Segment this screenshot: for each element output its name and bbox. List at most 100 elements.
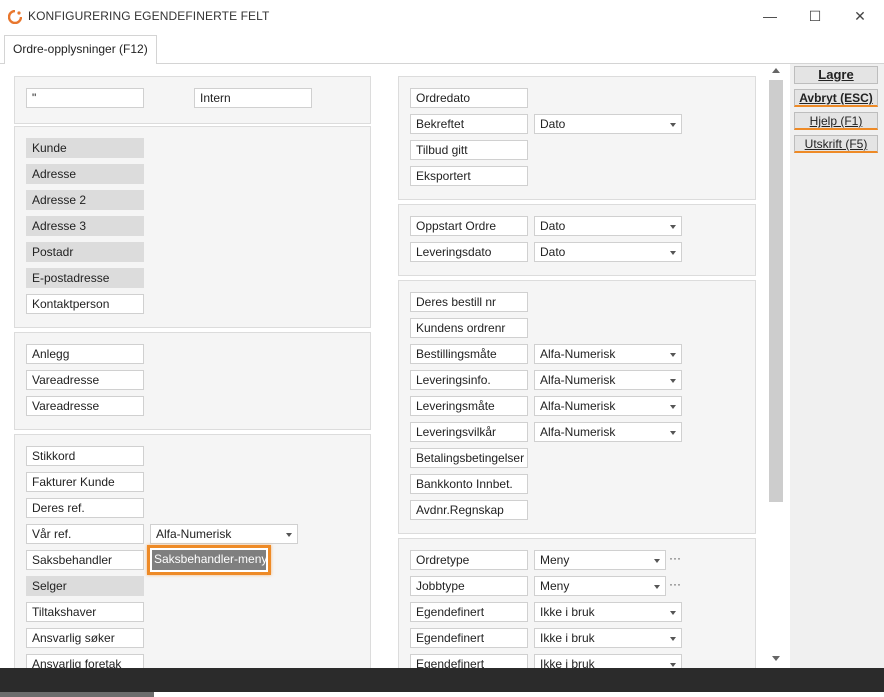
saksbehandler-menu-button[interactable]: Saksbehandler-meny <box>147 545 271 575</box>
field-selger[interactable]: Selger <box>26 576 144 596</box>
field-vareadresse-2[interactable]: Vareadresse <box>26 396 144 416</box>
save-button[interactable]: Lagre <box>794 66 878 84</box>
chevron-down-icon <box>670 379 676 383</box>
chevron-down-icon <box>670 637 676 641</box>
field-postadr[interactable]: Postadr <box>26 242 144 262</box>
field-ordretype[interactable]: Ordretype <box>410 550 528 570</box>
field-avdnr-regnskap[interactable]: Avdnr.Regnskap <box>410 500 528 520</box>
print-button[interactable]: Utskrift (F5) <box>794 135 878 153</box>
field-adresse[interactable]: Adresse <box>26 164 144 184</box>
status-segment <box>0 692 154 697</box>
field-adresse-2[interactable]: Adresse 2 <box>26 190 144 210</box>
select-leveringsinfo-type[interactable]: Alfa-Numerisk <box>534 370 682 390</box>
select-value: Dato <box>540 245 566 259</box>
field-leveringsmate[interactable]: Leveringsmåte <box>410 396 528 416</box>
select-ordretype-type[interactable]: Meny <box>534 550 666 570</box>
select-egendefinert-1-type[interactable]: Ikke i bruk <box>534 602 682 622</box>
chevron-down-icon <box>286 533 292 537</box>
chevron-down-icon <box>670 663 676 667</box>
field-tiltakshaver[interactable]: Tiltakshaver <box>26 602 144 622</box>
field-leveringsdato[interactable]: Leveringsdato <box>410 242 528 262</box>
status-segment <box>154 692 884 697</box>
field-fakturer-kunde[interactable]: Fakturer Kunde <box>26 472 144 492</box>
field-jobbtype[interactable]: Jobbtype <box>410 576 528 596</box>
field-kontaktperson[interactable]: Kontaktperson <box>26 294 144 314</box>
field-tilbud-gitt[interactable]: Tilbud gitt <box>410 140 528 160</box>
tab-ordre-opplysninger[interactable]: Ordre-opplysninger (F12) <box>4 35 157 65</box>
field-egendefinert-2[interactable]: Egendefinert <box>410 628 528 648</box>
field-adresse-3[interactable]: Adresse 3 <box>26 216 144 236</box>
select-egendefinert-3-type[interactable]: Ikke i bruk <box>534 654 682 668</box>
chevron-down-icon <box>654 585 660 589</box>
select-value: Alfa-Numerisk <box>540 347 616 361</box>
config-content: " Intern Kunde Adresse Adresse 2 Adresse… <box>0 64 884 668</box>
select-jobbtype-type[interactable]: Meny <box>534 576 666 596</box>
select-leveringsmate-type[interactable]: Alfa-Numerisk <box>534 396 682 416</box>
chevron-down-icon <box>670 225 676 229</box>
field-ordredato[interactable]: Ordredato <box>410 88 528 108</box>
select-value: Alfa-Numerisk <box>540 373 616 387</box>
scrollbar-thumb[interactable] <box>769 80 783 502</box>
select-value: Meny <box>540 553 570 567</box>
field-ansvarlig-soker[interactable]: Ansvarlig søker <box>26 628 144 648</box>
saksbehandler-menu-label: Saksbehandler-meny <box>152 550 267 570</box>
field-kundens-ordrenr[interactable]: Kundens ordrenr <box>410 318 528 338</box>
field-bestillingsmate[interactable]: Bestillingsmåte <box>410 344 528 364</box>
chevron-down-icon <box>670 251 676 255</box>
chevron-down-icon <box>654 559 660 563</box>
field-var-ref[interactable]: Vår ref. <box>26 524 144 544</box>
field-leveringsvilkar[interactable]: Leveringsvilkår <box>410 422 528 442</box>
select-value: Meny <box>540 579 570 593</box>
field-e-postadresse[interactable]: E-postadresse <box>26 268 144 288</box>
chevron-down-icon <box>670 353 676 357</box>
field-kunde[interactable]: Kunde <box>26 138 144 158</box>
window-title: KONFIGURERING EGENDEFINERTE FELT <box>28 9 270 23</box>
select-value: Alfa-Numerisk <box>540 425 616 439</box>
cancel-button[interactable]: Avbryt (ESC) <box>794 89 878 107</box>
maximize-button[interactable]: ☐ <box>800 6 830 26</box>
select-bekreftet-type[interactable]: Dato <box>534 114 682 134</box>
field-betalingsbetingelser[interactable]: Betalingsbetingelser <box>410 448 528 468</box>
close-button[interactable]: ✕ <box>845 6 875 26</box>
vertical-scrollbar[interactable] <box>768 64 784 668</box>
minimize-button[interactable]: — <box>755 6 785 26</box>
jobbtype-more-button[interactable]: ··· <box>667 576 683 596</box>
select-value: Alfa-Numerisk <box>540 399 616 413</box>
field-egendefinert-3[interactable]: Egendefinert <box>410 654 528 668</box>
select-value: Ikke i bruk <box>540 631 595 645</box>
help-button[interactable]: Hjelp (F1) <box>794 112 878 130</box>
status-bar <box>0 668 884 697</box>
field-egendefinert-1[interactable]: Egendefinert <box>410 602 528 622</box>
field-ansvarlig-foretak[interactable]: Ansvarlig foretak <box>26 654 144 668</box>
chevron-down-icon <box>670 405 676 409</box>
field-deres-bestill-nr[interactable]: Deres bestill nr <box>410 292 528 312</box>
field-eksportert[interactable]: Eksportert <box>410 166 528 186</box>
field-leveringsinfo[interactable]: Leveringsinfo. <box>410 370 528 390</box>
field-saksbehandler[interactable]: Saksbehandler <box>26 550 144 570</box>
select-leveringsvilkar-type[interactable]: Alfa-Numerisk <box>534 422 682 442</box>
field-anlegg[interactable]: Anlegg <box>26 344 144 364</box>
select-value: Dato <box>540 117 566 131</box>
ordretype-more-button[interactable]: ··· <box>667 550 683 570</box>
field-deres-ref[interactable]: Deres ref. <box>26 498 144 518</box>
select-egendefinert-2-type[interactable]: Ikke i bruk <box>534 628 682 648</box>
select-value: Alfa-Numerisk <box>156 527 232 541</box>
select-oppstart-type[interactable]: Dato <box>534 216 682 236</box>
field-intern[interactable]: Intern <box>194 88 312 108</box>
select-var-ref-type[interactable]: Alfa-Numerisk <box>150 524 298 544</box>
field-bankkonto-innbet[interactable]: Bankkonto Innbet. <box>410 474 528 494</box>
select-value: Ikke i bruk <box>540 657 595 668</box>
chevron-down-icon <box>670 611 676 615</box>
action-panel: Lagre Avbryt (ESC) Hjelp (F1) Utskrift (… <box>790 64 884 668</box>
field-quote[interactable]: " <box>26 88 144 108</box>
field-oppstart-ordre[interactable]: Oppstart Ordre <box>410 216 528 236</box>
scroll-down-icon[interactable] <box>772 656 780 661</box>
scroll-up-icon[interactable] <box>772 68 780 73</box>
select-leveringsdato-type[interactable]: Dato <box>534 242 682 262</box>
select-bestillingsmate-type[interactable]: Alfa-Numerisk <box>534 344 682 364</box>
field-stikkord[interactable]: Stikkord <box>26 446 144 466</box>
field-bekreftet[interactable]: Bekreftet <box>410 114 528 134</box>
field-vareadresse-1[interactable]: Vareadresse <box>26 370 144 390</box>
chevron-down-icon <box>670 431 676 435</box>
select-value: Ikke i bruk <box>540 605 595 619</box>
